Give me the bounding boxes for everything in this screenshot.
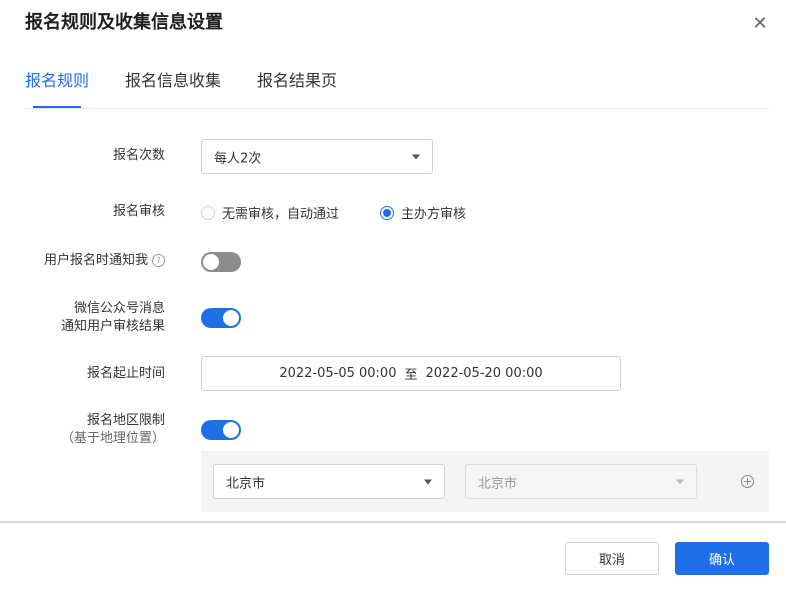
dialog-title: 报名规则及收集信息设置 [25,12,223,33]
footer-divider [0,521,786,523]
wechat-notify-label-line1: 微信公众号消息 [73,301,165,316]
signup-rules-dialog: 报名规则及收集信息设置 ✕ 报名规则 报名信息收集 报名结果页 报名次数 每人2… [0,0,786,589]
cancel-button[interactable]: 取消 [565,542,659,575]
toggle-knob [223,422,239,438]
region-limit-label-line1: 报名地区限制 [86,413,165,428]
wechat-notify-label-line2: 通知用户审核结果 [60,319,165,334]
region-limit-label: 报名地区限制 （基于地理位置） [40,412,165,448]
review-label: 报名审核 [112,204,165,219]
toggle-knob [203,254,219,270]
tab-signup-info-collection[interactable]: 报名信息收集 [125,68,221,94]
review-option-organizer[interactable]: 主办方审核 [380,203,466,222]
chevron-down-icon [676,479,684,484]
signup-count-select[interactable]: 每人2次 [201,139,433,174]
time-range-label: 报名起止时间 [86,366,165,381]
confirm-button[interactable]: 确认 [675,542,769,575]
review-option-organizer-label: 主办方审核 [401,207,467,222]
tab-signup-rules[interactable]: 报名规则 [25,68,89,94]
question-circle-icon[interactable]: ? [152,254,165,267]
chevron-down-icon [424,479,432,484]
tab-signup-result-page[interactable]: 报名结果页 [257,68,337,94]
city-value: 北京市 [478,476,518,491]
radio-unchecked-icon [201,205,215,220]
plus-circle-icon[interactable] [741,475,754,488]
notify-me-label: 用户报名时通知我 [43,253,148,268]
range-separator: 至 [404,368,418,383]
signup-count-value: 每人2次 [214,151,262,166]
signup-count-label: 报名次数 [112,148,165,163]
close-icon[interactable]: ✕ [750,13,770,34]
wechat-notify-toggle[interactable] [201,308,241,328]
region-limit-label-line2: （基于地理位置） [60,431,165,446]
start-time: 2022-05-05 00:00 [279,366,397,381]
notify-me-label-row: 用户报名时通知我? [20,252,165,270]
region-limit-toggle[interactable] [201,420,241,440]
radio-checked-icon [380,205,394,220]
review-option-auto[interactable]: 无需审核，自动通过 [201,203,339,222]
end-time: 2022-05-20 00:00 [425,366,543,381]
time-range-picker[interactable]: 2022-05-05 00:00 至 2022-05-20 00:00 [201,356,621,391]
province-select[interactable]: 北京市 [213,464,445,499]
review-option-auto-label: 无需审核，自动通过 [222,207,340,222]
toggle-knob [223,310,239,326]
notify-me-toggle[interactable] [201,252,241,272]
wechat-notify-label: 微信公众号消息 通知用户审核结果 [40,300,165,336]
province-value: 北京市 [226,476,266,491]
city-select: 北京市 [465,464,697,499]
chevron-down-icon [412,154,420,159]
tabs-divider [25,108,769,109]
